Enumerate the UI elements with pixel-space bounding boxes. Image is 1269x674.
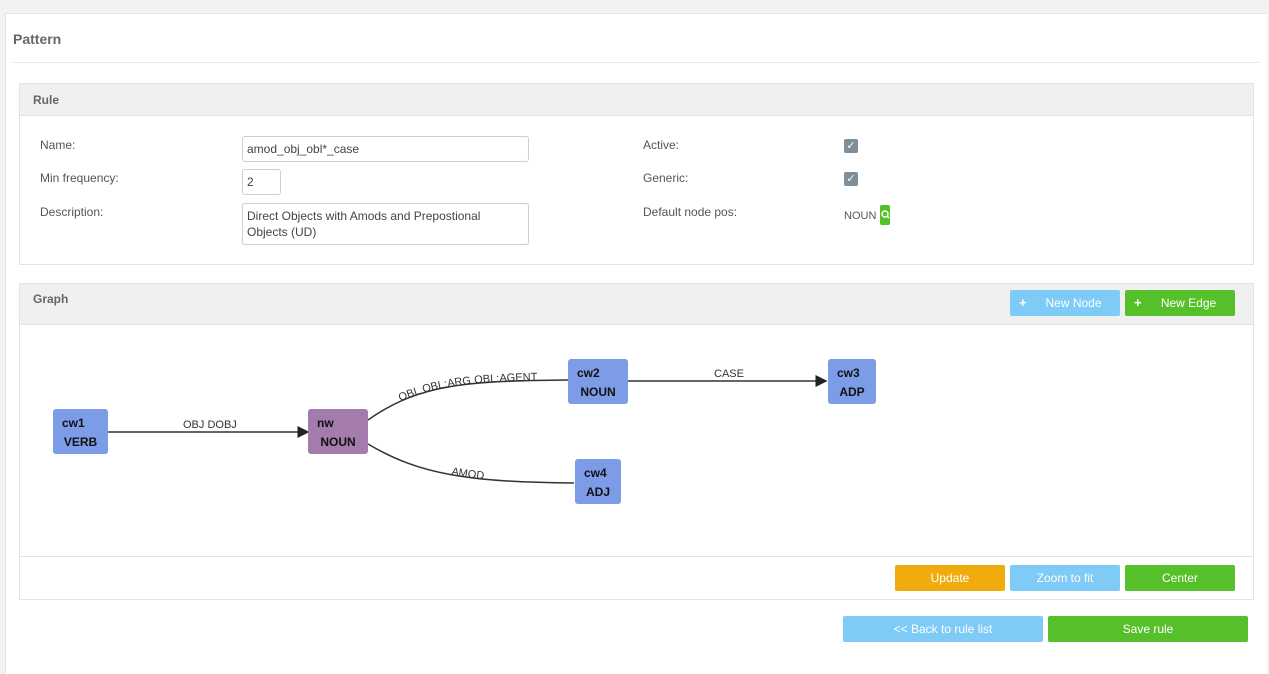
pattern-page: Pattern Rule Name: amod_obj_obl*_case Mi… [5,13,1267,674]
check-icon: ✓ [846,173,856,185]
active-label: Active: [643,138,680,152]
page-title: Pattern [13,31,62,47]
node-id: cw2 [577,366,600,380]
node-id: cw4 [584,466,607,480]
node-pos: ADJ [585,485,610,499]
edge-label-cw1-nw: OBJ DOBJ [183,419,237,431]
generic-label: Generic: [643,171,689,185]
default-node-pos-label: Default node pos: [643,205,738,219]
edge-label-cw2-cw3: CASE [714,368,744,380]
active-checkbox[interactable]: ✓ [844,139,858,153]
graph-panel: Graph + New Node + New Edge OBJ DOBJ OBL… [19,283,1254,600]
search-icon [881,210,890,219]
graph-node-cw1[interactable]: cw1 VERB [53,409,108,454]
save-rule-button[interactable]: Save rule [1048,616,1248,642]
update-button[interactable]: Update [895,565,1005,591]
edge-label-nw-cw2: OBL OBL:ARG OBL:AGENT [397,371,538,404]
zoom-to-fit-button[interactable]: Zoom to fit [1010,565,1120,591]
default-node-pos-search-button[interactable] [880,205,890,225]
edge-label-nw-cw4: AMOD [451,466,485,482]
rule-heading: Rule [33,93,60,107]
plus-icon: + [1134,295,1142,310]
graph-edges: OBJ DOBJ OBL OBL:ARG OBL:AGENT CASE AMOD [108,368,828,484]
new-edge-label: New Edge [1160,296,1217,310]
graph-node-cw3[interactable]: cw3 ADP [828,359,876,404]
rule-panel: Rule Name: amod_obj_obl*_case Min freque… [19,83,1254,265]
edge-label-nw-cw2-text: OBL OBL:ARG OBL:AGENT [397,371,538,404]
generic-checkbox[interactable]: ✓ [844,172,858,186]
node-id: cw3 [837,366,860,380]
graph-heading: Graph [33,292,69,306]
node-pos: ADP [839,385,865,399]
graph-node-cw2[interactable]: cw2 NOUN [568,359,628,404]
description-label: Description: [40,205,104,219]
edge-label-nw-cw4-text: AMOD [451,466,485,482]
default-node-pos-value: NOUN [844,210,877,222]
rule-panel-header: Rule [20,84,1253,116]
node-pos: VERB [63,435,98,449]
new-node-button[interactable]: + New Node [1010,290,1120,316]
new-node-label: New Node [1045,296,1102,310]
back-to-rule-list-button[interactable]: << Back to rule list [843,616,1043,642]
node-pos: NOUN [580,385,616,399]
name-input[interactable]: amod_obj_obl*_case [242,136,529,162]
center-button[interactable]: Center [1125,565,1235,591]
min-frequency-input[interactable]: 2 [242,169,281,195]
graph-canvas[interactable]: OBJ DOBJ OBL OBL:ARG OBL:AGENT CASE AMOD… [20,325,1253,557]
name-label: Name: [40,138,76,152]
min-frequency-label: Min frequency: [40,171,119,185]
plus-icon: + [1019,295,1027,310]
description-textarea[interactable]: Direct Objects with Amods and Prepostion… [242,203,529,245]
new-edge-button[interactable]: + New Edge [1125,290,1235,316]
graph-node-cw4[interactable]: cw4 ADJ [575,459,621,504]
check-icon: ✓ [846,140,856,152]
node-id: nw [317,416,334,430]
graph-node-nw[interactable]: nw NOUN [308,409,368,454]
node-pos: NOUN [320,435,356,449]
node-id: cw1 [62,416,85,430]
divider [13,62,1260,63]
